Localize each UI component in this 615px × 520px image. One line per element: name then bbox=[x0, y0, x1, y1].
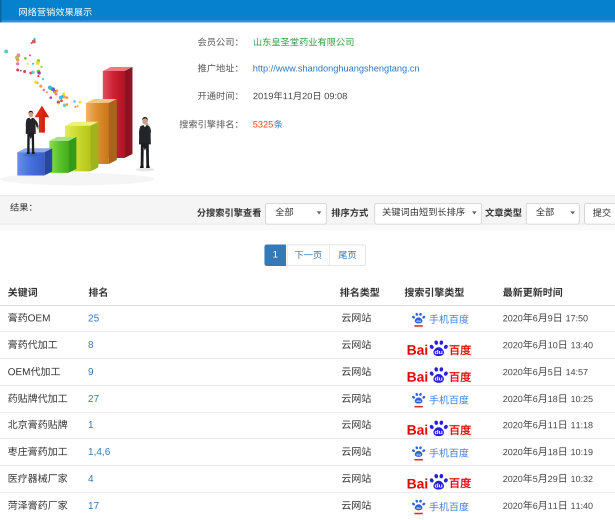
svg-text:du: du bbox=[416, 506, 420, 510]
svg-text:du: du bbox=[435, 429, 443, 435]
svg-text:du: du bbox=[435, 349, 443, 355]
svg-text:du: du bbox=[435, 483, 443, 489]
svg-text:du: du bbox=[416, 319, 420, 323]
svg-text:du: du bbox=[416, 399, 420, 403]
svg-text:du: du bbox=[416, 453, 420, 457]
svg-text:du: du bbox=[435, 376, 443, 382]
